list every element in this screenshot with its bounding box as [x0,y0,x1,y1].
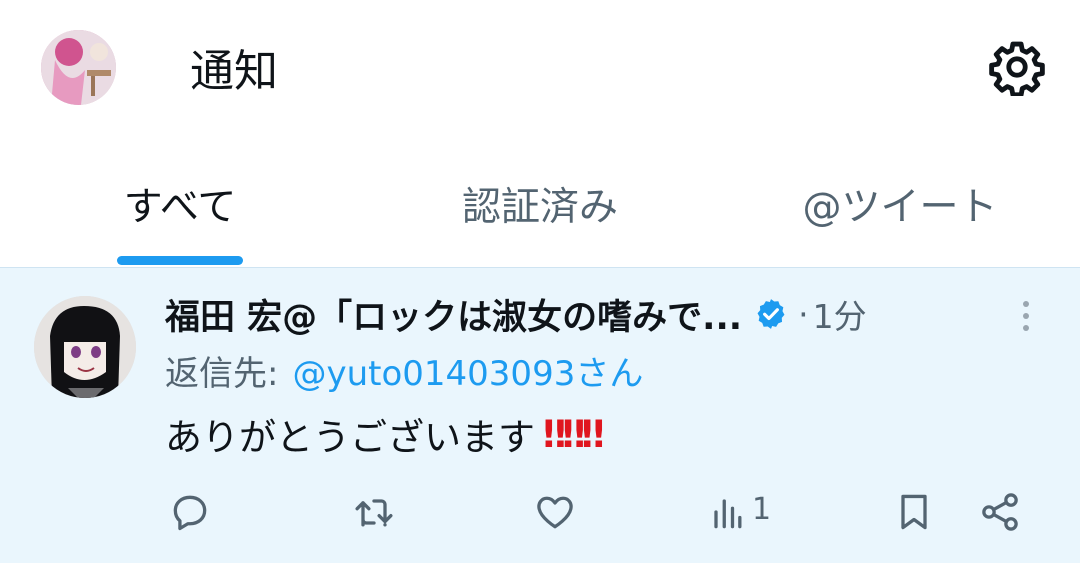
top-bar: 通知 [0,0,1080,140]
views-icon[interactable] [710,490,744,534]
like-heart-icon[interactable] [533,490,577,534]
more-options-icon[interactable] [1016,298,1036,334]
tweet-header: 福田 宏@「ロックは淑女の嗜みで... · 1分 [165,288,867,340]
tweet-body: ありがとうございます [165,416,535,459]
tweet-time[interactable]: 1分 [813,290,867,338]
page-title: 通知 [190,46,278,97]
reply-handle-link[interactable]: @yuto01403093さん [292,346,643,395]
tab-all[interactable]: すべて [60,140,300,267]
active-tab-indicator [117,256,243,265]
author-name[interactable]: 福田 宏@「ロックは淑女の嗜みで... [165,289,742,340]
meta-separator: · [798,294,809,334]
notifications-screen: 通知 すべて 認証済み @ツイート 福田 宏@「ロックは淑女の嗜みで... · … [0,0,1080,563]
tweet-text: ありがとうございます ‼‼‼ [165,406,605,462]
retweet-icon[interactable] [352,490,396,534]
double-exclamation-emoji-icon: ‼‼‼ [543,412,605,456]
reply-label: 返信先: [165,353,279,394]
bookmark-icon[interactable] [892,490,936,534]
gear-icon[interactable] [988,38,1046,98]
share-icon[interactable] [978,490,1022,534]
tab-verified[interactable]: 認証済み [420,140,660,267]
verified-badge-icon [757,299,785,329]
avatar-illustration-icon [41,30,116,105]
views-count: 1 [752,492,772,527]
reply-context: 返信先: @yuto01403093さん [165,346,643,394]
tweet-actions: 1 [0,478,1080,542]
reply-icon[interactable] [168,490,212,534]
notification-tabs: すべて 認証済み @ツイート [0,140,1080,267]
tab-mentions[interactable]: @ツイート [770,140,1030,267]
profile-avatar[interactable] [41,30,116,105]
user-avatar[interactable] [34,296,136,398]
avatar-illustration-icon [34,296,136,398]
notification-tweet[interactable]: 福田 宏@「ロックは淑女の嗜みで... · 1分 返信先: @yuto01403… [0,267,1080,563]
